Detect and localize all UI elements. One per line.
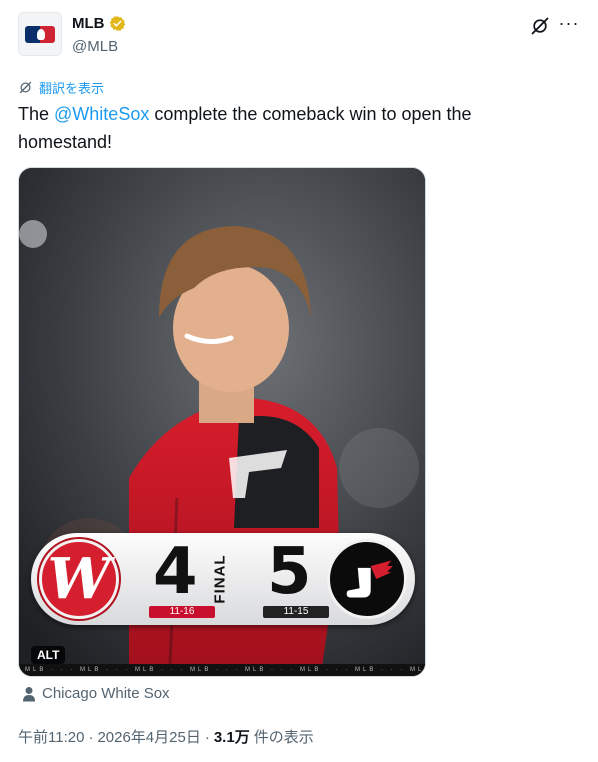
mention-link[interactable]: @WhiteSox (54, 104, 149, 124)
tweet-text: The @WhiteSox complete the comeback win … (18, 100, 558, 156)
location-label: Chicago White Sox (42, 685, 170, 702)
home-score: 4 (153, 535, 198, 609)
away-score: 5 (267, 535, 312, 609)
location-pin-icon (23, 686, 35, 701)
tweet-header: MLB @MLB ··· (18, 12, 580, 62)
white-sox-logo-icon (327, 539, 407, 619)
mlb-logo-icon (25, 25, 55, 43)
final-label: FINAL (211, 554, 229, 604)
author-handle[interactable]: @MLB (72, 38, 118, 55)
tweet-time[interactable]: 午前11:20 (18, 726, 84, 747)
tweet-text-before: The (18, 104, 55, 124)
tweet-meta: 午前11:20 · 2026年4月25日 · 3.1万 件の表示 (18, 726, 314, 747)
views-label: 件の表示 (253, 729, 314, 746)
grok-icon[interactable] (530, 16, 550, 36)
views-count: 3.1万 (213, 729, 250, 746)
nationals-logo-letter: W (47, 546, 111, 612)
more-icon[interactable]: ··· (558, 14, 580, 36)
winged-sock-icon (346, 560, 393, 598)
author-display-name[interactable]: MLB (72, 15, 105, 32)
translate-label: 翻訳を表示 (39, 81, 105, 96)
away-record: 11-15 (263, 606, 329, 618)
author-avatar[interactable] (18, 12, 62, 56)
author-name-row: MLB (72, 15, 126, 32)
meta-separator: · (204, 729, 210, 746)
translate-icon (19, 81, 32, 94)
location-tag[interactable]: Chicago White Sox (22, 685, 170, 702)
meta-separator: · (88, 729, 94, 746)
alt-badge[interactable]: ALT (31, 646, 66, 664)
tweet-media[interactable]: W 4 FINAL 5 11-16 11-15 ALT MLB · · · ML… (18, 167, 426, 677)
tweet-date[interactable]: 2026年4月25日 (97, 726, 200, 747)
scoreboard: W 4 FINAL 5 11-16 11-15 (31, 533, 415, 625)
ticker-strip: MLB · · · MLB · · · MLB · · · MLB · · · … (19, 664, 425, 676)
nationals-logo-icon: W (39, 539, 119, 619)
gold-verified-badge-icon[interactable] (109, 15, 126, 32)
home-record: 11-16 (149, 606, 215, 618)
translate-link[interactable]: 翻訳を表示 (18, 78, 104, 97)
